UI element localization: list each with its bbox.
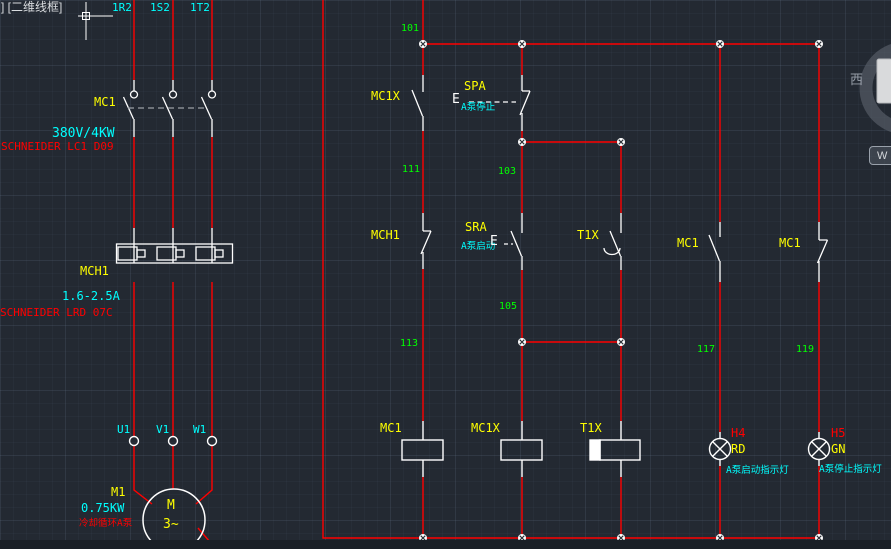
lamp-h5-description: A泵停止指示灯 (819, 465, 882, 475)
viewcube-west-label[interactable]: 西 (850, 73, 863, 87)
motor-terminal-circles[interactable] (130, 437, 217, 446)
mc1-no-contact-symbol[interactable] (709, 222, 720, 282)
spa-description: A泵停止 (461, 103, 495, 113)
terminal-label-v1: V1 (156, 424, 169, 436)
wire-number-111: 111 (402, 165, 420, 176)
mc1x-coil-tag: MC1X (471, 422, 500, 435)
h4-lamp-symbol[interactable] (710, 432, 731, 466)
t1x-timed-contact-symbol[interactable] (604, 213, 621, 270)
sra-tag: SRA (465, 221, 487, 234)
lamp-h4-tag: H4 (731, 427, 745, 440)
mc1x-contact-tag: MC1X (371, 90, 400, 103)
lamp-h5-color-code: GN (831, 443, 845, 456)
viewcube-cube-face[interactable] (877, 59, 891, 103)
wire-number-101: 101 (401, 24, 419, 35)
overload-model: SCHNEIDER LRD 07C (0, 307, 113, 319)
control-wires[interactable] (323, 0, 819, 538)
contactor-tag: MC1 (94, 96, 116, 109)
spa-pushbutton-actuator: E (452, 93, 460, 107)
mch1-nc-contact-symbol[interactable] (421, 213, 431, 269)
mc1-nc-contact-tag: MC1 (779, 237, 801, 250)
lamp-h4-description: A泵启动指示灯 (726, 466, 789, 476)
crosshair-cursor (78, 2, 113, 40)
command-area-edge (0, 540, 891, 549)
wire-number-119: 119 (796, 345, 814, 356)
spa-tag: SPA (464, 80, 486, 93)
terminal-label-u1: U1 (117, 424, 130, 436)
motor-tag: M1 (111, 486, 125, 499)
mc1-nc-contact-symbol[interactable] (818, 222, 828, 282)
cad-model-space[interactable]: ] [二维线框] 1R2 1S2 1T2 MC1 380V/4KW SCHNEI… (0, 0, 891, 549)
t1x-coil-tag: T1X (580, 422, 602, 435)
phase-label-1r2: 1R2 (112, 2, 132, 14)
sra-no-pushbutton-symbol[interactable] (504, 213, 522, 270)
motor-phase-label: 3~ (163, 518, 179, 532)
mc1-coil-tag: MC1 (380, 422, 402, 435)
overload-tag: MCH1 (80, 265, 109, 278)
wire-number-103: 103 (498, 167, 516, 178)
contactor-model: SCHNEIDER LC1 D09 (1, 141, 114, 153)
overload-range: 1.6-2.5A (62, 290, 120, 303)
h5-lamp-symbol[interactable] (809, 432, 830, 466)
lamp-h5-tag: H5 (831, 427, 845, 440)
mch1-contact-tag: MCH1 (371, 229, 400, 242)
motor-name: 冷却循环A泵 (79, 519, 132, 529)
mc1x-no-contact-symbol[interactable] (412, 75, 423, 131)
lamp-h4-color-code: RD (731, 443, 745, 456)
mc1-no-contact-tag: MC1 (677, 237, 699, 250)
sra-pushbutton-actuator: E (490, 235, 498, 249)
power-wires[interactable] (134, 0, 216, 549)
motor-power: 0.75KW (81, 502, 124, 515)
terminal-label-w1: W1 (193, 424, 206, 436)
phase-label-1s2: 1S2 (150, 2, 170, 14)
mc1x-coil-symbol[interactable] (501, 421, 542, 477)
viewport-control-label[interactable]: ] [二维线框] (1, 1, 62, 14)
ucs-indicator-button[interactable]: W (869, 146, 891, 165)
mch1-overload-symbol[interactable] (117, 228, 233, 263)
mc1-coil-symbol[interactable] (402, 421, 443, 477)
ucs-indicator-label: W (877, 150, 887, 162)
phase-label-1t2: 1T2 (190, 2, 210, 14)
wire-number-113: 113 (400, 339, 418, 350)
t1x-contact-tag: T1X (577, 229, 599, 242)
wire-number-105: 105 (499, 302, 517, 313)
wire-number-117: 117 (697, 345, 715, 356)
motor-symbol-letter: M (167, 499, 175, 513)
contactor-rating: 380V/4KW (52, 127, 115, 141)
